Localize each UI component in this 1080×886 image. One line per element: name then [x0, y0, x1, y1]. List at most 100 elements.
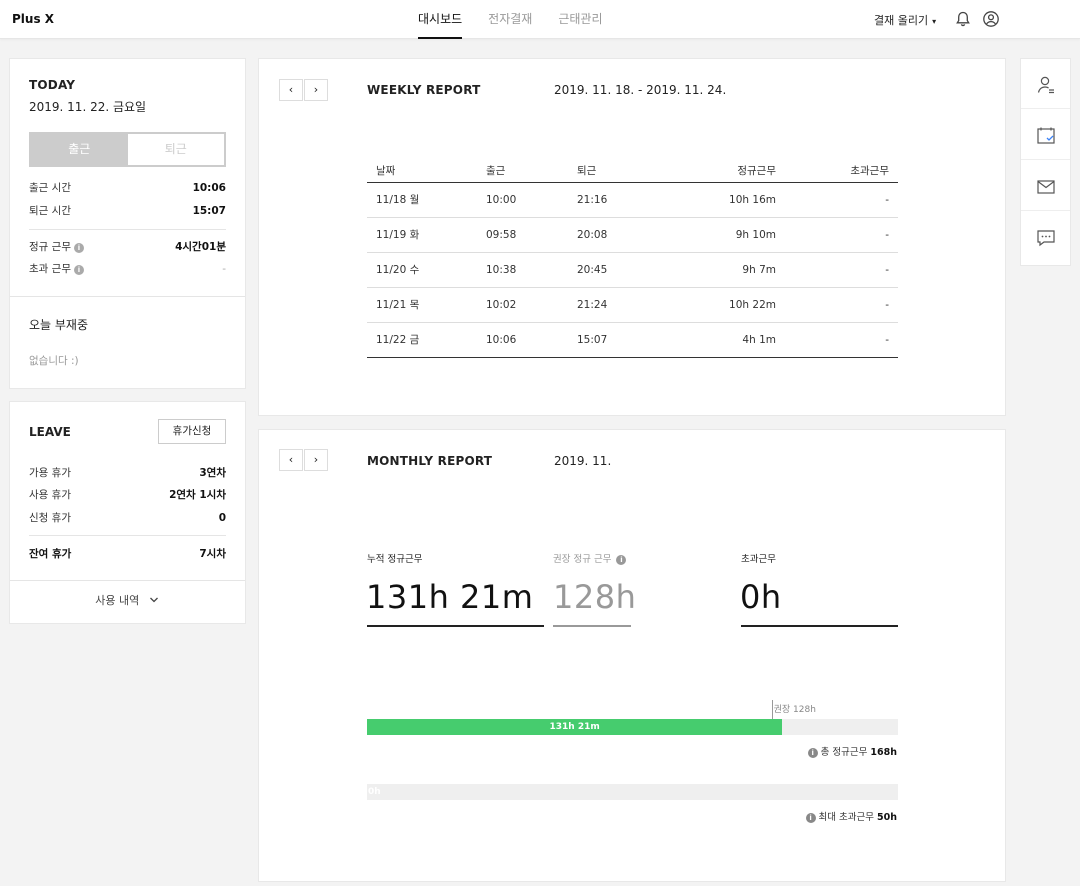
today-title: TODAY	[29, 78, 76, 92]
rail-calendar-button[interactable]	[1021, 110, 1070, 160]
checkout-time-row: 퇴근 시간 15:07	[29, 203, 226, 218]
recommended-underline	[553, 625, 631, 627]
used-leave-value: 2연차 1시차	[169, 489, 226, 501]
tab-approval[interactable]: 전자결재	[488, 0, 532, 39]
cell-overtime: -	[885, 334, 889, 346]
info-icon[interactable]: i	[616, 555, 627, 565]
absent-title: 오늘 부재중	[29, 318, 89, 332]
cumulative-value: 131h 21m	[366, 578, 534, 616]
weekly-report-title: WEEKLY REPORT	[367, 83, 481, 97]
cell-regular: 9h 10m	[735, 229, 776, 241]
usage-history-label: 사용 내역	[95, 594, 140, 607]
recommended-marker-label: 권장 128h	[773, 705, 816, 715]
calendar-check-icon	[1037, 127, 1055, 144]
regular-progress-bar: 131h 21m	[367, 719, 898, 735]
cell-overtime: -	[885, 264, 889, 276]
divider	[29, 229, 226, 230]
quick-menu	[1020, 58, 1071, 266]
col-regular: 정규근무	[737, 165, 776, 177]
regular-work-label: 정규 근무	[29, 241, 71, 253]
cell-in: 10:00	[486, 194, 517, 206]
table-header: 날짜 출근 퇴근 정규근무 초과근무	[367, 161, 898, 183]
info-icon[interactable]: i	[805, 813, 816, 823]
info-icon[interactable]: i	[73, 265, 84, 275]
monthly-period: 2019. 11.	[554, 454, 612, 468]
max-overtime-note: i 최대 초과근무 50h	[805, 809, 897, 823]
cell-date: 11/20 수	[376, 264, 420, 276]
leave-request-button[interactable]: 휴가신청	[158, 419, 226, 444]
tab-dashboard[interactable]: 대시보드	[418, 0, 463, 39]
checkin-toggle: 출근 퇴근	[29, 132, 226, 167]
recommended-label-wrap: 권장 정규 근무 i	[553, 551, 627, 565]
cell-in: 09:58	[486, 229, 517, 241]
weekly-prev-button[interactable]: ‹	[279, 79, 303, 101]
overtime-month-underline	[741, 625, 898, 627]
available-leave-label: 가용 휴가	[29, 467, 71, 479]
cell-date: 11/22 금	[376, 334, 420, 346]
cell-out: 21:16	[577, 194, 608, 206]
cell-regular: 10h 16m	[729, 194, 776, 206]
absent-text: 없습니다 :)	[29, 355, 79, 367]
rail-mail-button[interactable]	[1021, 161, 1070, 211]
checkout-button[interactable]: 퇴근	[127, 134, 224, 165]
bell-icon[interactable]	[954, 10, 972, 28]
cell-regular: 4h 1m	[742, 334, 776, 346]
approve-dropdown[interactable]: 결재 올리기 ▾	[874, 12, 936, 28]
chat-icon	[1037, 230, 1055, 247]
mail-icon	[1037, 180, 1055, 194]
leave-card: LEAVE 휴가신청 가용 휴가 3연차 사용 휴가 2연차 1시차 신청 휴가…	[9, 401, 246, 624]
divider	[29, 535, 226, 536]
today-card: TODAY 2019. 11. 22. 금요일 출근 퇴근 출근 시간 10:0…	[9, 58, 246, 389]
cell-date: 11/18 월	[376, 194, 420, 206]
used-leave-row: 사용 휴가 2연차 1시차	[29, 487, 226, 502]
cell-date: 11/19 화	[376, 229, 420, 241]
max-overtime-value: 50h	[877, 812, 897, 823]
rail-user-button[interactable]	[1021, 59, 1070, 109]
regular-work-value: 4시간01분	[175, 241, 226, 253]
cell-in: 10:02	[486, 299, 517, 311]
tab-attendance[interactable]: 근태관리	[558, 0, 602, 39]
monthly-prev-button[interactable]: ‹	[279, 449, 303, 471]
monthly-next-button[interactable]: ›	[304, 449, 328, 471]
overtime-value: -	[222, 262, 226, 275]
usage-history-link[interactable]: 사용 내역	[10, 592, 244, 608]
overtime-month-value: 0h	[740, 578, 782, 616]
info-icon[interactable]: i	[807, 748, 818, 758]
divider	[10, 580, 245, 581]
regular-work-row: 정규 근무 i 4시간01분	[29, 239, 226, 254]
chevron-down-icon	[149, 597, 158, 603]
chevron-down-icon: ▾	[932, 17, 937, 26]
checkin-button[interactable]: 출근	[31, 134, 128, 165]
cell-overtime: -	[885, 299, 889, 311]
remaining-leave-label: 잔여 휴가	[29, 548, 72, 560]
max-overtime-label: 최대 초과근무	[818, 812, 874, 823]
checkin-time-value: 10:06	[192, 181, 226, 194]
weekly-table: 날짜 출근 퇴근 정규근무 초과근무 11/18 월 10:00 21:16 1…	[367, 161, 898, 358]
remaining-leave-value: 7시차	[199, 548, 226, 560]
col-in: 출근	[486, 165, 506, 177]
table-row: 11/18 월 10:00 21:16 10h 16m -	[367, 183, 898, 218]
overtime-month-label: 초과근무	[741, 554, 776, 565]
col-date: 날짜	[376, 165, 396, 177]
checkout-time-value: 15:07	[192, 204, 226, 217]
weekly-next-button[interactable]: ›	[304, 79, 328, 101]
app-logo[interactable]: Plus X	[12, 12, 54, 26]
account-icon[interactable]	[982, 10, 1000, 28]
total-regular-note: i총 정규근무 168h	[807, 744, 897, 758]
cumulative-label: 누적 정규근무	[367, 554, 423, 565]
weekly-date-range: 2019. 11. 18. - 2019. 11. 24.	[554, 83, 727, 97]
overtime-progress-label: 0h	[368, 787, 381, 797]
info-icon[interactable]: i	[73, 243, 84, 253]
cell-out: 20:08	[577, 229, 608, 241]
table-row: 11/22 금 10:06 15:07 4h 1m -	[367, 323, 898, 358]
used-leave-label: 사용 휴가	[29, 489, 71, 501]
regular-progress-fill: 131h 21m	[367, 719, 783, 735]
rail-chat-button[interactable]	[1021, 212, 1070, 262]
recommended-value: 128h	[553, 578, 637, 616]
cell-out: 15:07	[577, 334, 608, 346]
available-leave-row: 가용 휴가 3연차	[29, 465, 226, 480]
cumulative-underline	[367, 625, 544, 627]
monthly-report-card: ‹ › MONTHLY REPORT 2019. 11. 누적 정규근무 131…	[258, 429, 1006, 882]
checkin-time-label: 출근 시간	[29, 182, 71, 194]
cell-overtime: -	[885, 194, 889, 206]
